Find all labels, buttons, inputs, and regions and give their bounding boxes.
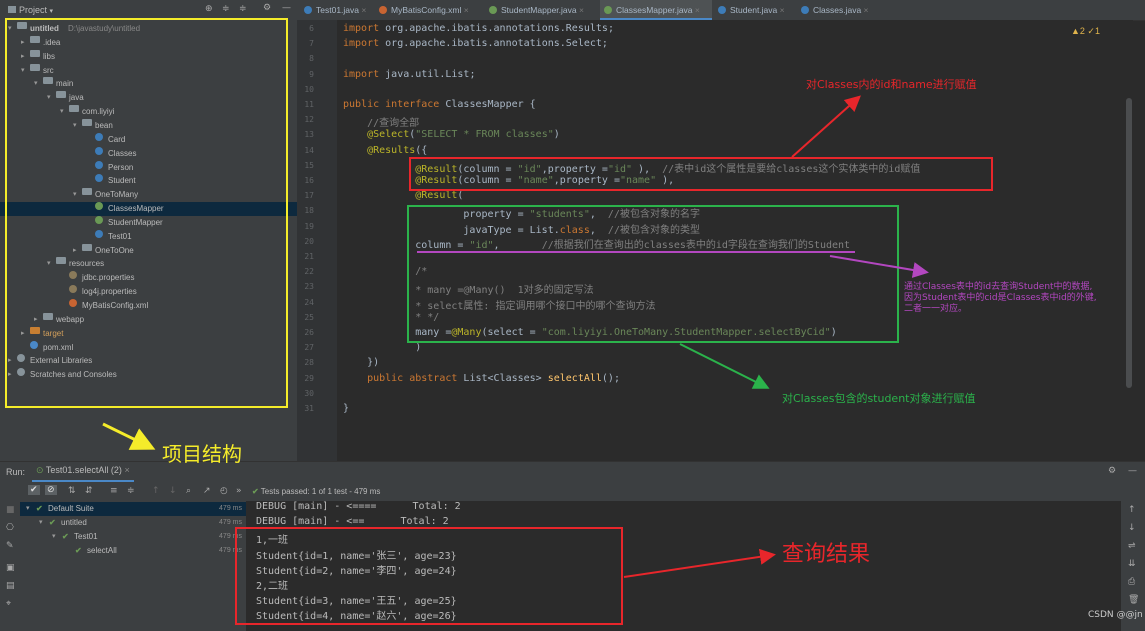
many-highlight-box bbox=[407, 205, 899, 343]
green-arrow bbox=[679, 343, 770, 389]
result-highlight-box bbox=[409, 157, 993, 191]
red-arrow-bottom bbox=[623, 548, 776, 578]
red-arrow-top bbox=[791, 95, 861, 158]
annotation-foreign-key-line: 通过Classes表中的id去查询Student中的数据, bbox=[904, 282, 1093, 292]
watermark: CSDN @@jn bbox=[1088, 610, 1143, 620]
annotation-overlay bbox=[5, 18, 993, 625]
yellow-arrow bbox=[102, 422, 156, 450]
annotation-project-structure: 项目结构 bbox=[162, 442, 242, 466]
annotation-foreign-key-line: 因为Student表中的cid是Classes表中id的外键, bbox=[904, 293, 1097, 303]
annotation-id-name: 对Classes内的id和name进行赋值 bbox=[806, 78, 977, 91]
annotation-foreign-key-line: 二者一一对应。 bbox=[904, 304, 968, 314]
annotation-query-result: 查询结果 bbox=[782, 542, 871, 567]
purple-arrow bbox=[829, 255, 929, 278]
project-highlight-box bbox=[5, 18, 288, 408]
console-highlight-box bbox=[235, 527, 623, 625]
annotation-foreign-key: 通过Classes表中的id去查询Student中的数据, 因为Student表… bbox=[904, 282, 1144, 315]
annotation-student-object: 对Classes包含的student对象进行赋值 bbox=[782, 392, 976, 405]
